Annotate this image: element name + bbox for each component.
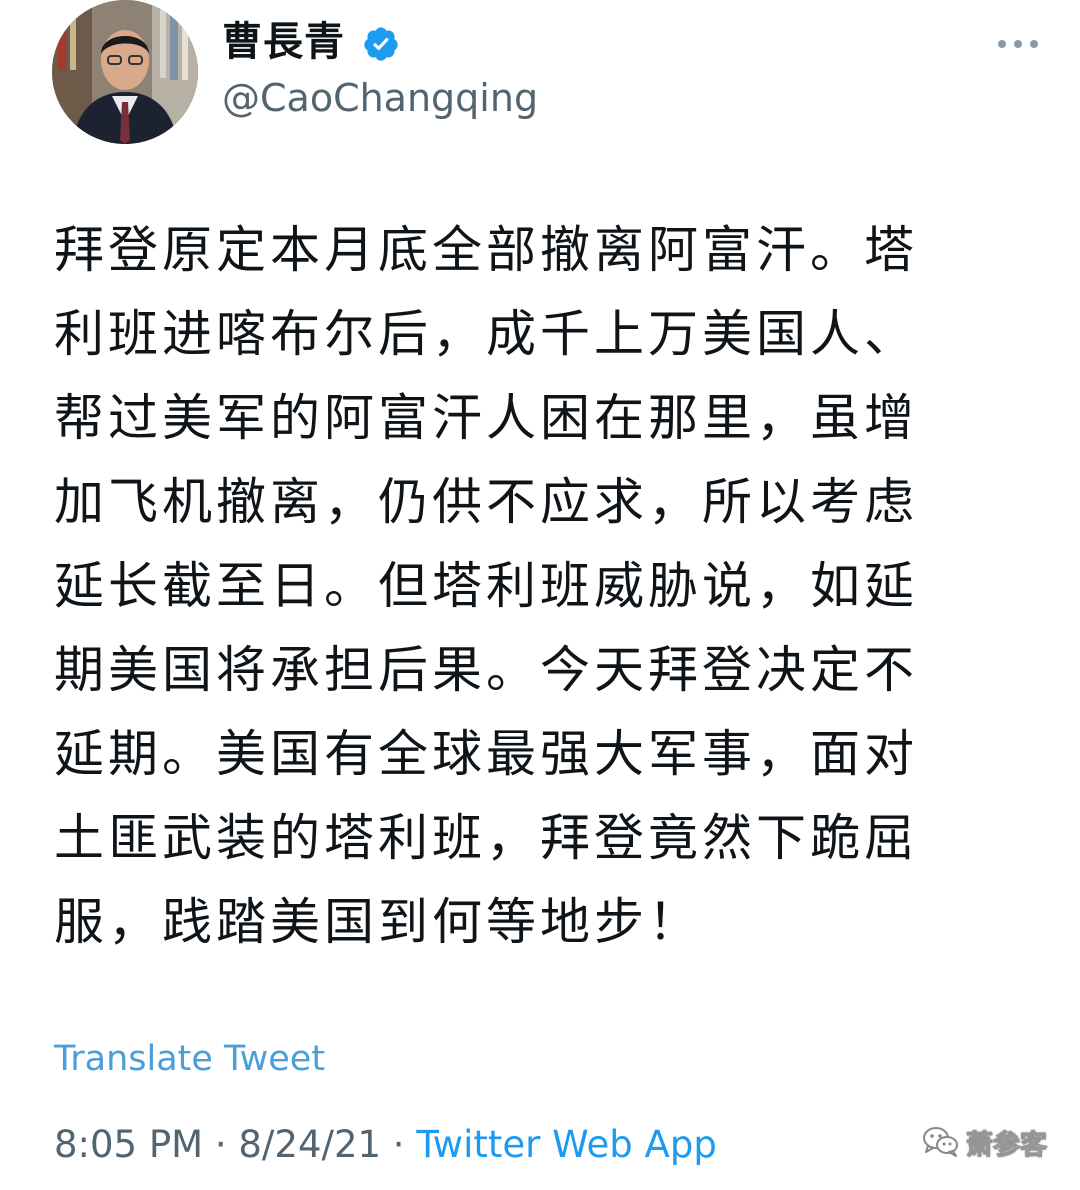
more-options-icon[interactable]: [996, 32, 1040, 56]
meta-separator: ·: [203, 1123, 239, 1166]
watermark-text: 萧参客: [966, 1129, 1048, 1161]
tweet-text-line: 利班进喀布尔后，成千上万美国人、: [54, 305, 918, 363]
watermark: 萧参客: [922, 1120, 1048, 1164]
tweet-source-link[interactable]: Twitter Web App: [416, 1123, 716, 1166]
tweet-date[interactable]: 8/24/21: [238, 1123, 381, 1166]
tweet-text-line: 期美国将承担后果。今天拜登决定不: [54, 641, 918, 699]
profile-avatar[interactable]: [52, 0, 198, 144]
tweet-text-line: 服，践踏美国到何等地步！: [54, 893, 702, 951]
display-name[interactable]: 曹長青: [222, 14, 345, 70]
tweet-text-line: 延长截至日。但塔利班威胁说，如延: [54, 557, 918, 615]
tweet-text-line: 帮过美军的阿富汗人困在那里，虽增: [54, 389, 918, 447]
tweet-text: 拜登原定本月底全部撤离阿富汗。塔 利班进喀布尔后，成千上万美国人、 帮过美军的阿…: [54, 208, 1040, 964]
tweet-time[interactable]: 8:05 PM: [54, 1123, 203, 1166]
tweet-metadata: 8:05 PM · 8/24/21 · Twitter Web App: [54, 1120, 717, 1170]
translate-tweet-link[interactable]: Translate Tweet: [54, 1036, 325, 1082]
tweet-text-line: 延期。美国有全球最强大军事，面对: [54, 725, 918, 783]
wechat-icon: [923, 1127, 958, 1157]
tweet-text-line: 加飞机撤离，仍供不应求，所以考虑: [54, 473, 918, 531]
verified-badge-icon: [364, 27, 398, 61]
tweet-text-line: 土匪武装的塔利班，拜登竟然下跪屈: [54, 809, 918, 867]
user-handle[interactable]: @CaoChangqing: [222, 72, 538, 124]
meta-separator: ·: [381, 1123, 417, 1166]
tweet-text-line: 拜登原定本月底全部撤离阿富汗。塔: [54, 221, 918, 279]
